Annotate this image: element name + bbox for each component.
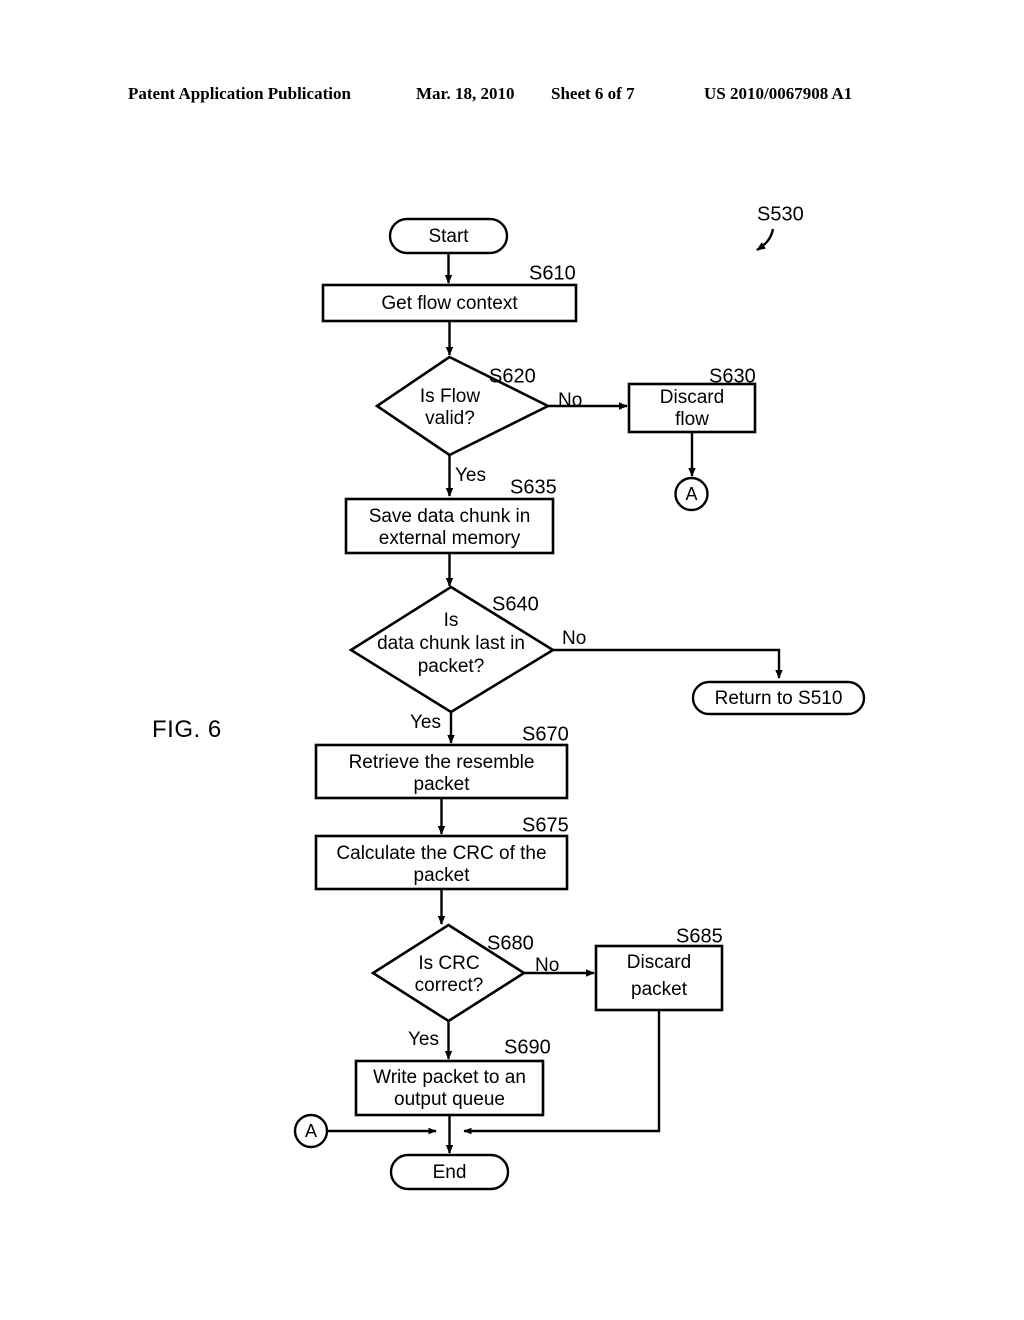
node-s690-label-line1: Write packet to an (373, 1067, 526, 1088)
edge-label-s640-yes: Yes (410, 712, 441, 733)
node-s630-label-line2: flow (675, 409, 709, 430)
node-s680-label-line2: correct? (415, 975, 484, 996)
node-s640-label-line1: Is (444, 610, 459, 631)
node-s610-label: Get flow context (381, 293, 518, 314)
node-s635-label-line1: Save data chunk in (369, 506, 531, 527)
ref-pointer-s530 (756, 228, 775, 251)
flowchart-diagram: S530 Start S610 Get flow context S620 Is… (0, 0, 1024, 1320)
node-s675-label-line1: Calculate the CRC of the (336, 843, 546, 864)
node-s670-label-line1: Retrieve the resemble (349, 752, 535, 773)
node-start-label: Start (428, 226, 469, 247)
edge-label-s620-no: No (558, 390, 582, 411)
ref-label-s635: S635 (510, 476, 557, 498)
edge-label-s680-yes: Yes (408, 1029, 439, 1050)
ref-label-s640: S640 (492, 593, 539, 615)
node-s675-label-line2: packet (414, 865, 471, 886)
edge-label-s640-no: No (562, 628, 586, 649)
node-s690-label-line2: output queue (394, 1089, 505, 1110)
edge-s640-to-return510 (553, 648, 783, 679)
ref-label-s610: S610 (529, 262, 576, 284)
ref-label-s620: S620 (489, 365, 536, 387)
node-return-to-s510-label: Return to S510 (715, 688, 843, 709)
node-s630-label-line1: Discard (660, 387, 724, 408)
ref-label-s680: S680 (487, 932, 534, 954)
ref-label-s675: S675 (522, 814, 569, 836)
node-s680-label-line1: Is CRC (418, 953, 479, 974)
node-s635-label-line2: external memory (379, 528, 521, 549)
node-s620-label-line2: valid? (425, 408, 475, 429)
node-s685-label-line1: Discard (627, 952, 691, 973)
node-s620-label-line1: Is Flow (420, 386, 480, 407)
edge-label-s680-no: No (535, 955, 559, 976)
edge-label-s620-yes: Yes (455, 465, 486, 486)
ref-label-s670: S670 (522, 723, 569, 745)
ref-label-s685: S685 (676, 925, 723, 947)
node-connector-a-bottom-label: A (305, 1121, 317, 1141)
node-s670-label-line2: packet (414, 774, 471, 795)
node-s640-label-line2: data chunk last in (377, 633, 525, 654)
node-end-label: End (433, 1162, 467, 1183)
node-s685-label-line2: packet (631, 979, 688, 1000)
ref-label-s530: S530 (757, 203, 804, 225)
node-s640-label-line3: packet? (418, 656, 485, 677)
ref-label-s690: S690 (504, 1036, 551, 1058)
node-connector-a-top-label: A (685, 484, 697, 504)
